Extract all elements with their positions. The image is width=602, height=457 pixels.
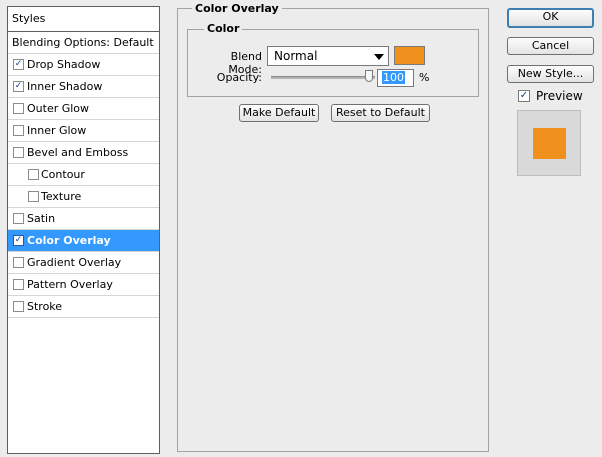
style-item-label: Bevel and Emboss (27, 146, 129, 159)
reset-default-button[interactable]: Reset to Default (331, 104, 430, 122)
inner-shadow-checkbox[interactable]: ✓ (13, 81, 24, 92)
contour-checkbox[interactable] (28, 169, 39, 180)
style-item-label: Stroke (27, 300, 63, 313)
blending-options-item[interactable]: Blending Options: Default (8, 32, 159, 54)
preview-label: Preview (536, 89, 583, 103)
style-item-color-overlay[interactable]: ✓ Color Overlay (8, 230, 159, 252)
style-item-label: Inner Glow (27, 124, 87, 137)
style-item-label: Satin (27, 212, 56, 225)
styles-header[interactable]: Styles (8, 7, 159, 32)
ok-button[interactable]: OK (507, 8, 594, 28)
style-item-bevel-emboss[interactable]: Bevel and Emboss (8, 142, 159, 164)
style-item-stroke[interactable]: Stroke (8, 296, 159, 318)
opacity-slider-thumb[interactable] (365, 70, 373, 82)
make-default-button[interactable]: Make Default (239, 104, 319, 122)
overlay-color-swatch[interactable] (394, 46, 425, 65)
style-item-texture[interactable]: Texture (8, 186, 159, 208)
outer-glow-checkbox[interactable] (13, 103, 24, 114)
style-item-inner-shadow[interactable]: ✓ Inner Shadow (8, 76, 159, 98)
preview-checkbox[interactable]: ✓ (518, 90, 530, 102)
opacity-value: 100 (382, 71, 405, 84)
color-overlay-checkbox[interactable]: ✓ (13, 235, 24, 246)
blend-mode-value: Normal (274, 49, 318, 63)
style-item-label: Inner Shadow (27, 80, 103, 93)
style-item-label: Texture (41, 190, 82, 203)
opacity-slider[interactable] (271, 76, 375, 79)
style-item-label: Drop Shadow (27, 58, 101, 71)
style-item-label: Outer Glow (27, 102, 90, 115)
style-item-contour[interactable]: Contour (8, 164, 159, 186)
preview-swatch (533, 128, 566, 159)
color-group-title: Color (204, 22, 243, 35)
style-item-pattern-overlay[interactable]: Pattern Overlay (8, 274, 159, 296)
texture-checkbox[interactable] (28, 191, 39, 202)
style-item-gradient-overlay[interactable]: Gradient Overlay (8, 252, 159, 274)
style-item-outer-glow[interactable]: Outer Glow (8, 98, 159, 120)
style-item-label: Contour (41, 168, 85, 181)
style-item-label: Pattern Overlay (27, 278, 113, 291)
inner-glow-checkbox[interactable] (13, 125, 24, 136)
panel-title: Color Overlay (192, 2, 282, 15)
styles-list: Styles Blending Options: Default ✓ Drop … (7, 6, 160, 454)
bevel-emboss-checkbox[interactable] (13, 147, 24, 158)
gradient-overlay-checkbox[interactable] (13, 257, 24, 268)
opacity-label: Opacity: (216, 71, 262, 84)
cancel-button[interactable]: Cancel (507, 37, 594, 55)
style-item-inner-glow[interactable]: Inner Glow (8, 120, 159, 142)
opacity-input[interactable]: 100 (377, 69, 414, 87)
new-style-button[interactable]: New Style... (507, 65, 594, 83)
style-item-label: Gradient Overlay (27, 256, 122, 269)
pattern-overlay-checkbox[interactable] (13, 279, 24, 290)
satin-checkbox[interactable] (13, 213, 24, 224)
stroke-checkbox[interactable] (13, 301, 24, 312)
style-item-drop-shadow[interactable]: ✓ Drop Shadow (8, 54, 159, 76)
opacity-unit: % (419, 71, 430, 84)
style-item-satin[interactable]: Satin (8, 208, 159, 230)
chevron-down-icon (374, 54, 384, 60)
drop-shadow-checkbox[interactable]: ✓ (13, 59, 24, 70)
blend-mode-select[interactable]: Normal (267, 46, 389, 66)
style-item-label: Color Overlay (27, 234, 111, 247)
